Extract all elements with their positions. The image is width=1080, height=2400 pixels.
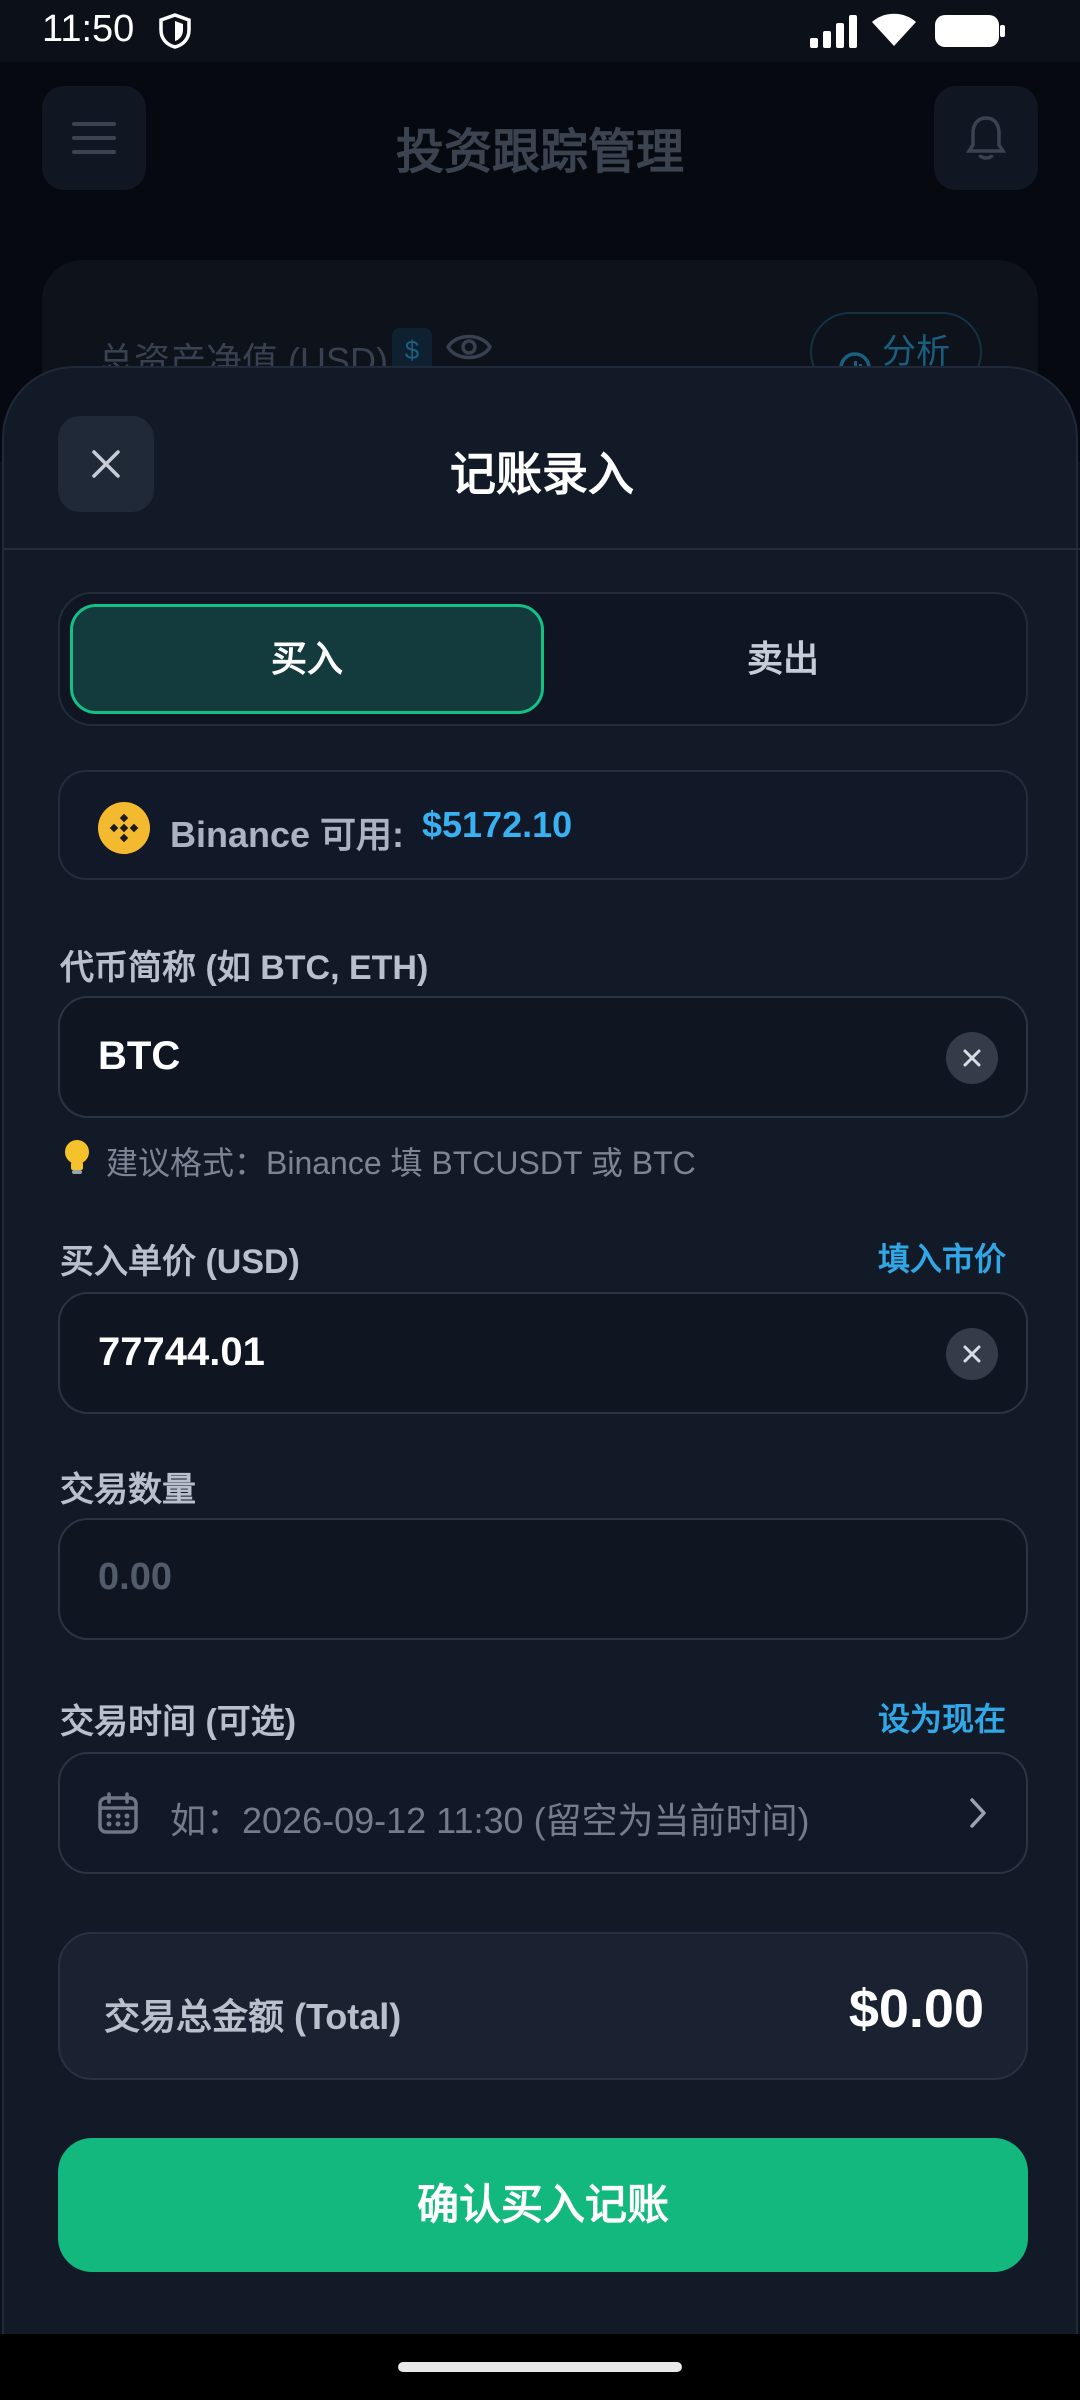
- quantity-label: 交易数量: [60, 1471, 196, 1509]
- close-icon: [963, 1345, 981, 1363]
- app-title: 投资跟踪管理: [395, 126, 684, 179]
- symbol-value: BTC: [98, 1034, 181, 1078]
- total-card: 交易总金额 (Total) $0.00: [58, 1932, 1028, 2080]
- bell-icon: [934, 86, 1038, 190]
- price-input[interactable]: 77744.01: [58, 1292, 1028, 1414]
- eye-icon: [445, 330, 493, 369]
- quantity-placeholder: 0.00: [98, 1556, 172, 1598]
- navigation-bar: [0, 2334, 1080, 2400]
- calendar-icon: [98, 1792, 138, 1839]
- price-label: 买入单价 (USD): [60, 1243, 300, 1281]
- set-now-link[interactable]: 设为现在: [878, 1694, 1006, 1740]
- sheet-title: 记账录入: [450, 448, 634, 500]
- shield-icon: [158, 13, 192, 54]
- price-value: 77744.01: [98, 1330, 265, 1374]
- close-icon: [963, 1049, 981, 1067]
- divider: [4, 548, 1080, 550]
- confirm-buy-button[interactable]: 确认买入记账: [58, 2138, 1028, 2272]
- home-indicator[interactable]: [398, 2362, 682, 2372]
- available-value: $5172.10: [422, 804, 573, 845]
- signal-icon: [810, 14, 860, 53]
- binance-icon: [98, 802, 150, 854]
- trade-type-toggle: 买入 卖出: [58, 592, 1028, 726]
- fill-market-price-link[interactable]: 填入市价: [878, 1234, 1006, 1280]
- time-placeholder: 如：2026-09-12 11:30 (留空为当前时间): [170, 1800, 810, 1841]
- tab-buy[interactable]: 买入: [70, 604, 544, 714]
- entry-sheet: 记账录入 买入 卖出 Binance 可用: $5172.10 代币简称 (如 …: [2, 366, 1080, 2334]
- status-bar: 11:50: [0, 0, 1080, 62]
- hint-text: 建议格式：Binance 填 BTCUSDT 或 BTC: [106, 1145, 696, 1181]
- time-label: 交易时间 (可选): [60, 1703, 297, 1741]
- available-label: Binance 可用:: [170, 814, 405, 855]
- chevron-right-icon: [968, 1796, 988, 1835]
- time-picker[interactable]: 如：2026-09-12 11:30 (留空为当前时间): [58, 1752, 1028, 1874]
- tab-sell[interactable]: 卖出: [546, 604, 1020, 714]
- symbol-label: 代币简称 (如 BTC, ETH): [60, 949, 429, 987]
- symbol-input[interactable]: BTC: [58, 996, 1028, 1118]
- clear-price-button[interactable]: [946, 1328, 998, 1380]
- wifi-icon: [870, 12, 918, 53]
- lightbulb-icon: [60, 1138, 94, 1184]
- total-value: $0.00: [848, 1979, 984, 2039]
- total-label: 交易总金额 (Total): [104, 1996, 402, 2037]
- available-balance: Binance 可用: $5172.10: [58, 770, 1028, 880]
- battery-icon: [934, 14, 1006, 53]
- status-time: 11:50: [42, 8, 135, 50]
- clear-symbol-button[interactable]: [946, 1032, 998, 1084]
- quantity-input[interactable]: 0.00: [58, 1518, 1028, 1640]
